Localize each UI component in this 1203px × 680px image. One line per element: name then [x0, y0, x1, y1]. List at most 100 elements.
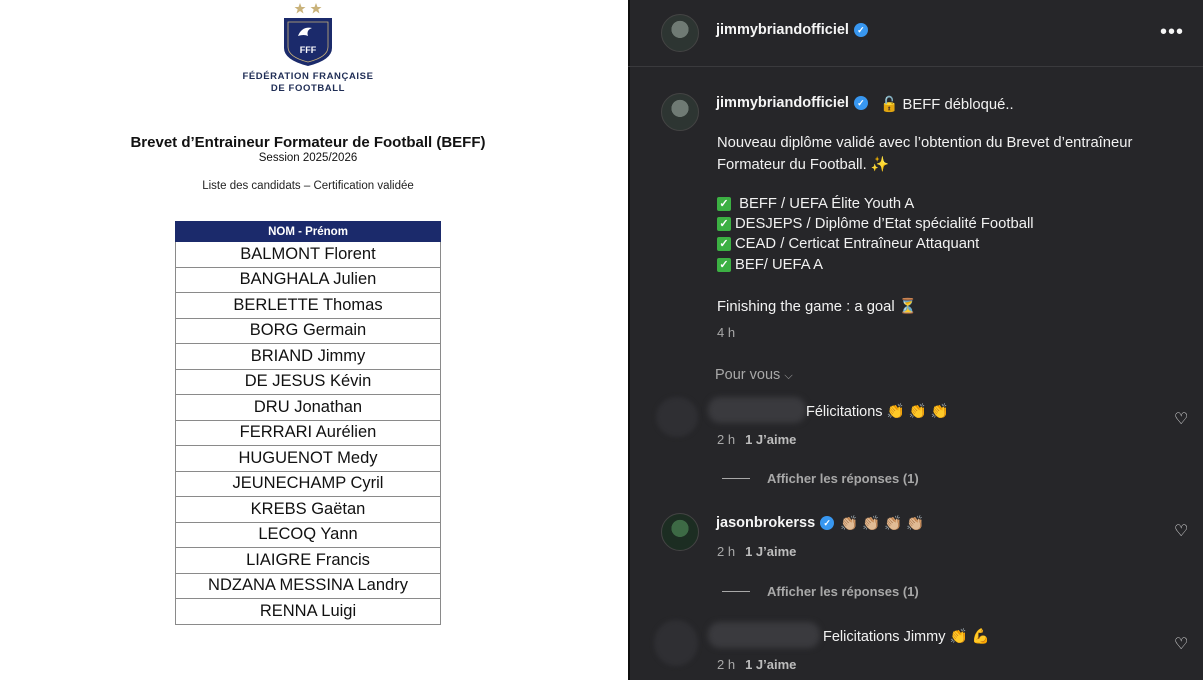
diploma-item: ✓ BEFF / UEFA Élite Youth A	[717, 196, 914, 212]
table-row: HUGUENOT Medy	[175, 445, 441, 472]
document-session: Session 2025/2026	[258, 152, 358, 164]
candidates-table: NOM - Prénom BALMONT Florent BANGHALA Jul…	[175, 221, 441, 625]
table-row: BALMONT Florent	[175, 241, 441, 268]
caption-username[interactable]: jimmybriandofficiel ✓	[716, 95, 868, 111]
pour-vous-label[interactable]: Pour vous	[715, 367, 780, 383]
caption-avatar[interactable]	[661, 93, 699, 131]
table-row: FERRARI Aurélien	[175, 419, 441, 446]
show-replies-label[interactable]: Afficher les réponses (1)	[767, 584, 919, 599]
candidate-name: NDZANA MESSINA Landry	[175, 572, 441, 599]
candidate-name: BANGHALA Julien	[175, 266, 441, 293]
table-row: BERLETTE Thomas	[175, 292, 441, 319]
comment-likes[interactable]: 1 J’aime	[745, 657, 796, 672]
table-row: JEUNECHAMP Cyril	[175, 470, 441, 497]
candidate-name: JEUNECHAMP Cyril	[175, 470, 441, 497]
table-header: NOM - Prénom	[175, 221, 441, 242]
candidate-name: BALMONT Florent	[175, 241, 441, 268]
verified-badge-icon: ✓	[853, 23, 868, 37]
caption-line-2: Formateur du Football. ✨	[717, 157, 890, 173]
pour-vous-sort[interactable]: Pour vous ⌵	[715, 367, 793, 383]
check-mark-icon: ✓	[717, 258, 731, 272]
table-row: KREBS Gaëtan	[175, 496, 441, 523]
diploma-item: ✓ BEF/ UEFA A	[717, 257, 823, 273]
comment-meta: 2 h 1 J’aime	[717, 432, 796, 447]
table-row: DRU Jonathan	[175, 394, 441, 421]
table-row: RENNA Luigi	[175, 598, 441, 625]
document-title: Brevet d’Entraineur Formateur de Footbal…	[130, 134, 486, 151]
candidate-name: LIAIGRE Francis	[175, 547, 441, 574]
show-replies-label[interactable]: Afficher les réponses (1)	[767, 471, 919, 486]
logo-text: FFF	[300, 45, 317, 55]
header-username-text[interactable]: jimmybriandofficiel	[716, 22, 849, 38]
comment-text: Félicitations 👏 👏 👏	[806, 404, 949, 420]
chevron-down-icon[interactable]: ⌵	[784, 370, 792, 382]
header-avatar[interactable]	[661, 14, 699, 52]
diploma-item-text: DESJEPS / Diplôme d’Etat spécialité Foot…	[735, 216, 1034, 232]
candidate-name: KREBS Gaëtan	[175, 496, 441, 523]
federation-line-2: DE FOOTBALL	[270, 83, 346, 94]
check-mark-icon: ✓	[717, 217, 731, 231]
table-row: NDZANA MESSINA Landry	[175, 572, 441, 599]
document-panel: FFF FÉDÉRATION FRANÇAISE DE FOOTBALL Bre…	[0, 0, 628, 680]
table-row: DE JESUS Kévin	[175, 368, 441, 395]
comment-username-blurred[interactable]	[708, 397, 806, 423]
diploma-item-text: BEFF / UEFA Élite Youth A	[735, 196, 915, 212]
show-replies-button[interactable]: Afficher les réponses (1)	[722, 471, 919, 486]
show-replies-button[interactable]: Afficher les réponses (1)	[722, 584, 919, 599]
comment-likes[interactable]: 1 J’aime	[745, 432, 796, 447]
diploma-item-text: BEF/ UEFA A	[735, 257, 823, 273]
caption-final-line: Finishing the game : a goal ⏳	[717, 299, 918, 315]
like-heart-icon[interactable]: ♡	[1174, 409, 1188, 429]
federation-line-1: FÉDÉRATION FRANÇAISE	[242, 71, 374, 82]
document-subtitle: Liste des candidats – Certification vali…	[202, 180, 414, 192]
table-row: BRIAND Jimmy	[175, 343, 441, 370]
header-username[interactable]: jimmybriandofficiel ✓	[716, 22, 868, 38]
like-heart-icon[interactable]: ♡	[1174, 634, 1188, 654]
comment-avatar[interactable]	[661, 513, 699, 551]
comment-avatar-blurred[interactable]	[656, 397, 698, 437]
table-row: LECOQ Yann	[175, 521, 441, 548]
candidate-name: FERRARI Aurélien	[175, 419, 441, 446]
candidate-name: BERLETTE Thomas	[175, 292, 441, 319]
candidate-name: BRIAND Jimmy	[175, 343, 441, 370]
caption-timestamp[interactable]: 4 h	[717, 325, 735, 340]
check-mark-icon: ✓	[717, 197, 731, 211]
comment-meta: 2 h 1 J’aime	[717, 657, 796, 672]
check-mark-icon: ✓	[717, 237, 731, 251]
more-options-icon[interactable]: •••	[1160, 21, 1184, 44]
replies-line	[722, 478, 750, 479]
comment-timestamp[interactable]: 2 h	[717, 432, 735, 447]
comment-meta: 2 h 1 J’aime	[717, 544, 796, 559]
table-row: BANGHALA Julien	[175, 266, 441, 293]
diploma-item: ✓ CEAD / Certicat Entraîneur Attaquant	[717, 236, 979, 252]
comment-text: Felicitations Jimmy 👏 💪	[823, 629, 990, 645]
federation-name: FÉDÉRATION FRANÇAISE DE FOOTBALL	[208, 71, 408, 95]
table-row: LIAIGRE Francis	[175, 547, 441, 574]
candidate-name: LECOQ Yann	[175, 521, 441, 548]
caption-first-line: 🔓 BEFF débloqué..	[880, 97, 1014, 113]
comment-text: 👏🏼 👏🏼 👏🏼 👏🏼	[840, 516, 925, 532]
candidate-name: DRU Jonathan	[175, 394, 441, 421]
caption-line-1: Nouveau diplôme validé avec l’obtention …	[717, 135, 1133, 151]
comment-username-blurred[interactable]	[708, 622, 820, 648]
comment-username-text[interactable]: jasonbrokerss	[716, 515, 815, 531]
diploma-item: ✓ DESJEPS / Diplôme d’Etat spécialité Foo…	[717, 216, 1034, 232]
candidate-name: BORG Germain	[175, 317, 441, 344]
verified-badge-icon: ✓	[853, 96, 868, 110]
panel-divider	[628, 0, 630, 680]
comment-username[interactable]: jasonbrokerss ✓	[716, 515, 835, 531]
diploma-item-text: CEAD / Certicat Entraîneur Attaquant	[735, 236, 980, 252]
comment-timestamp[interactable]: 2 h	[717, 657, 735, 672]
caption-username-text[interactable]: jimmybriandofficiel	[716, 95, 849, 111]
replies-line	[722, 591, 750, 592]
comment-likes[interactable]: 1 J’aime	[745, 544, 796, 559]
header-divider	[628, 66, 1203, 67]
fff-logo-icon: FFF	[284, 3, 332, 66]
like-heart-icon[interactable]: ♡	[1174, 521, 1188, 541]
candidate-name: DE JESUS Kévin	[175, 368, 441, 395]
candidate-name: HUGUENOT Medy	[175, 445, 441, 472]
comment-avatar-blurred[interactable]	[654, 620, 698, 666]
table-row: BORG Germain	[175, 317, 441, 344]
comment-timestamp[interactable]: 2 h	[717, 544, 735, 559]
verified-badge-icon: ✓	[820, 516, 835, 530]
